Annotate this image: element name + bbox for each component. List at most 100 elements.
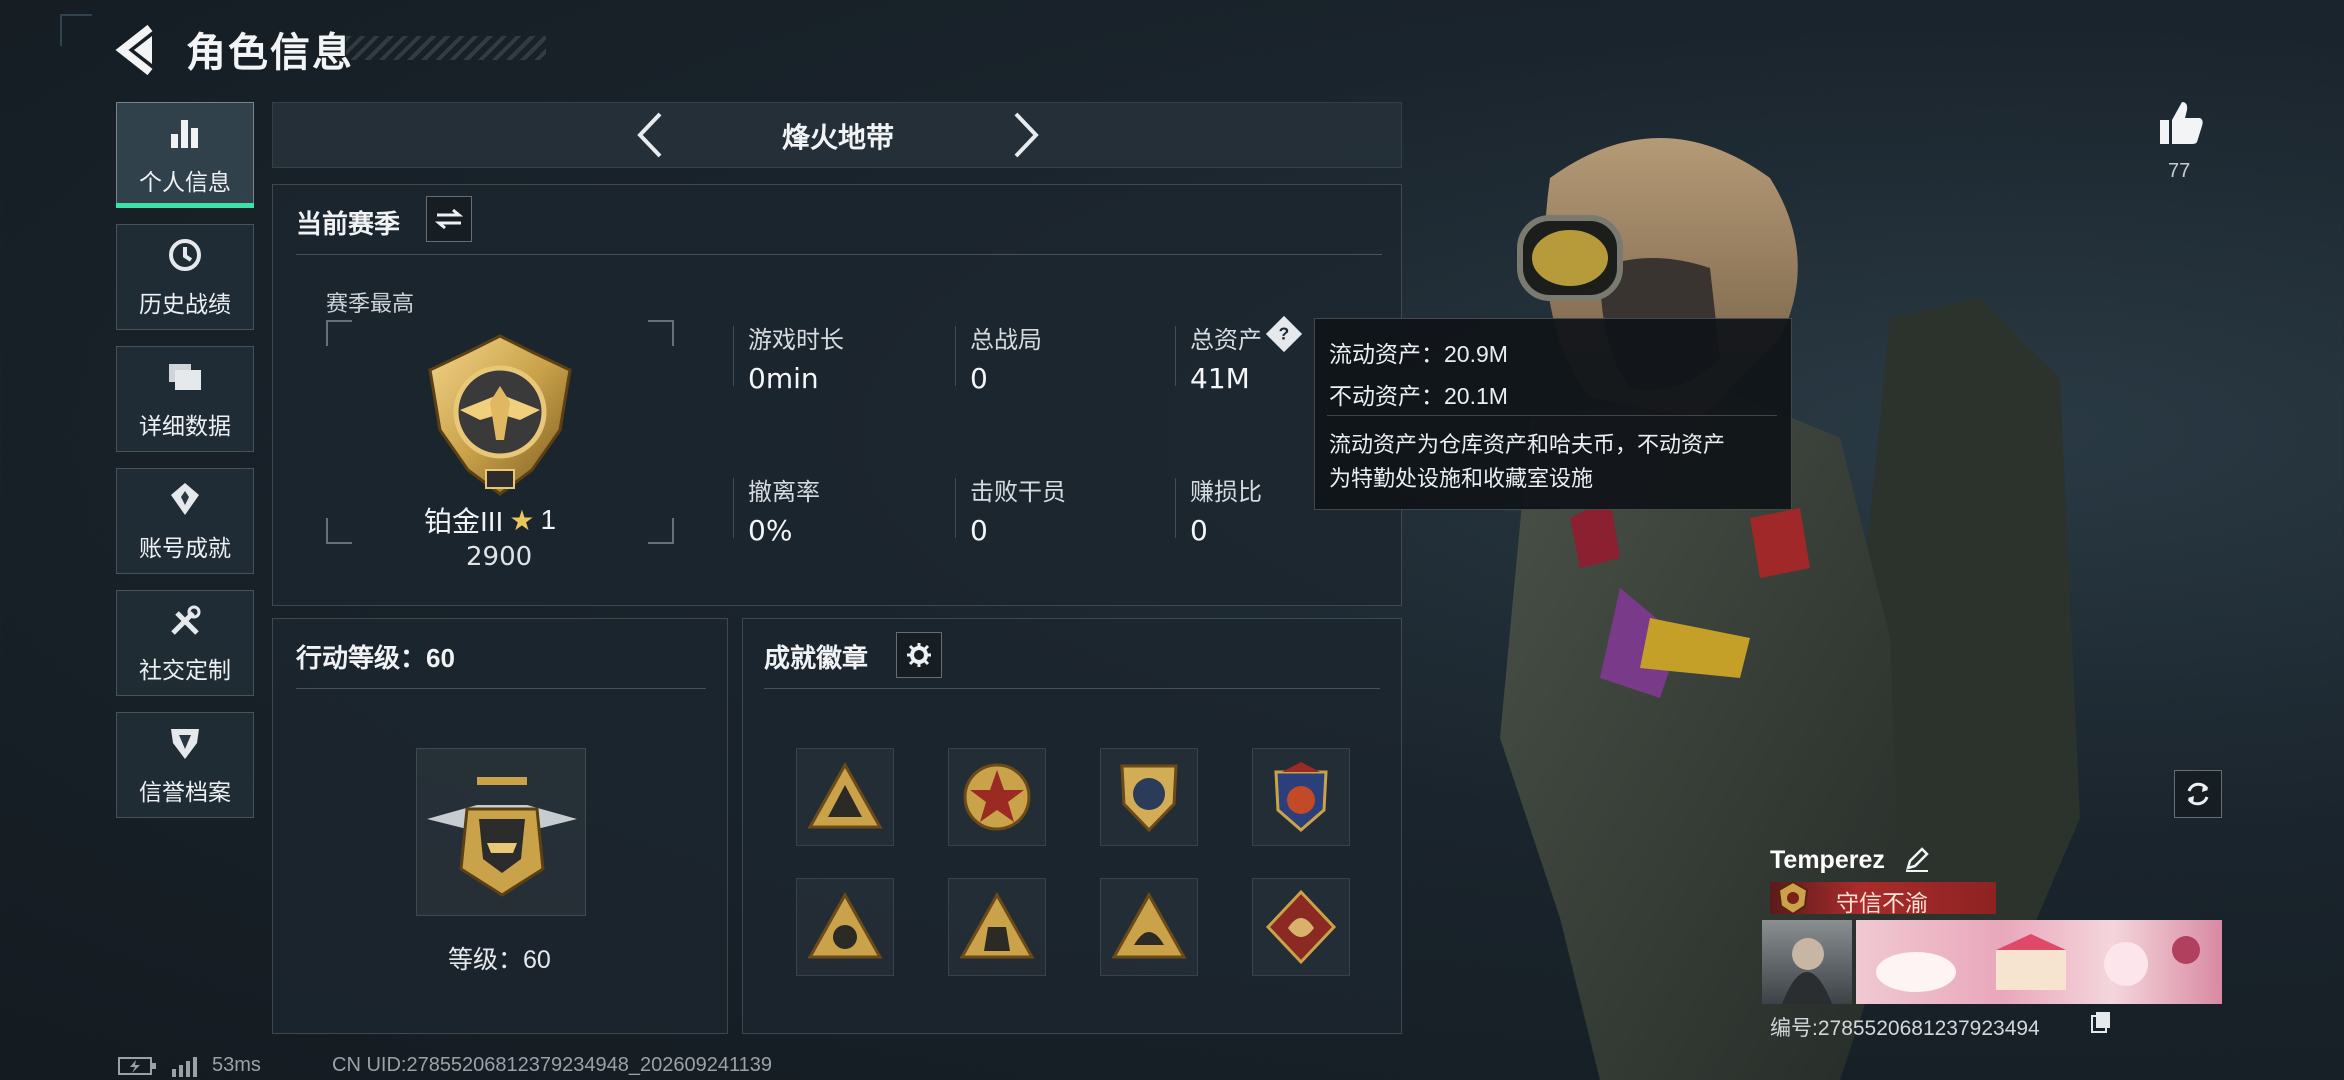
tooltip-fixed-assets: 不动资产：20.1M xyxy=(1329,383,1508,409)
stat-label-extract-rate: 撤离率 xyxy=(748,479,820,506)
achievement-badge-6[interactable] xyxy=(948,878,1046,976)
copy-id-button[interactable] xyxy=(2090,1010,2112,1034)
page-title: 角色信息 xyxy=(186,31,354,75)
namecard-image xyxy=(1876,934,2200,992)
sidebar-item-label: 详细数据 xyxy=(139,413,231,439)
rank-stars: 1 xyxy=(540,504,557,535)
status-bar: 53ms xyxy=(118,1054,261,1077)
stat-label-total-assets: 总资产 xyxy=(1190,327,1262,354)
achievement-badge-5[interactable] xyxy=(796,878,894,976)
action-level-emblem-icon xyxy=(416,748,586,916)
achievement-badge-4[interactable] xyxy=(1252,748,1350,846)
chevron-right-icon xyxy=(1014,112,1039,158)
stat-value-profit-ratio: 0 xyxy=(1190,514,1208,547)
divider xyxy=(733,478,734,538)
frame-corner xyxy=(648,518,674,544)
back-arrow-icon xyxy=(115,24,153,76)
player-avatar[interactable] xyxy=(1762,920,1852,1004)
tools-icon xyxy=(165,601,205,641)
copy-icon xyxy=(2091,1012,2110,1033)
achievement-badge-1[interactable] xyxy=(796,748,894,846)
divider xyxy=(1175,326,1176,386)
sidebar-item-label: 历史战绩 xyxy=(139,291,231,317)
player-namecard-banner[interactable] xyxy=(1856,920,2222,1004)
triangle-badge-icon xyxy=(807,891,883,959)
divider xyxy=(955,478,956,538)
title-emblem-icon xyxy=(1776,880,1810,916)
triangle-badge-icon xyxy=(1111,891,1187,959)
sidebar-item-label: 社交定制 xyxy=(139,657,231,683)
achievements-title: 成就徽章 xyxy=(764,643,869,673)
thumbs-up-icon xyxy=(2160,102,2203,144)
stat-value-extract-rate: 0% xyxy=(748,514,793,547)
rank-emblem-icon xyxy=(420,330,580,500)
rotate-model-button[interactable] xyxy=(2174,770,2222,818)
corner-decoration xyxy=(60,14,92,46)
title-decoration xyxy=(346,36,546,60)
divider xyxy=(1327,415,1777,416)
season-switch-button[interactable] xyxy=(426,196,472,242)
tooltip-description-line1: 流动资产为仓库资产和哈夫币，不动资产 xyxy=(1329,432,1726,457)
mode-next-button[interactable] xyxy=(1006,108,1046,162)
tooltip-liquid-assets: 流动资产：20.9M xyxy=(1329,341,1508,367)
stat-label-kills: 击败干员 xyxy=(970,479,1066,506)
achievement-icon xyxy=(165,479,205,519)
triangle-badge-icon xyxy=(807,761,883,829)
stat-value-playtime: 0min xyxy=(748,362,819,395)
achievement-badge-7[interactable] xyxy=(1100,878,1198,976)
frame-corner xyxy=(326,518,352,544)
action-level-text: 等级：60 xyxy=(448,946,551,974)
history-clock-icon xyxy=(165,235,205,275)
achievement-badge-2[interactable] xyxy=(948,748,1046,846)
player-title: 守信不渝 xyxy=(1836,890,1928,916)
rank-name: 铂金III xyxy=(424,506,504,537)
stat-value-total-matches: 0 xyxy=(970,362,988,395)
action-level-title: 行动等级：60 xyxy=(296,643,455,673)
help-icon: ? xyxy=(1278,323,1290,344)
chevron-left-icon xyxy=(637,112,662,158)
uid-line: CN UID:27855206812379234948_202609241139 xyxy=(332,1054,773,1076)
credit-shield-icon xyxy=(165,723,205,763)
star-shield-badge-icon xyxy=(963,763,1031,831)
mode-prev-button[interactable] xyxy=(630,108,670,162)
edit-name-button[interactable] xyxy=(1904,846,1930,872)
divider xyxy=(296,688,706,689)
season-title: 当前赛季 xyxy=(296,209,401,239)
achievement-badge-8[interactable] xyxy=(1252,878,1350,976)
battery-icon xyxy=(118,1056,156,1075)
sidebar-item-personal-info[interactable]: 个人信息 xyxy=(116,102,254,208)
divider xyxy=(296,254,1382,255)
frame-corner xyxy=(326,320,352,346)
sidebar-item-label: 信誉档案 xyxy=(139,779,231,805)
crest-badge-icon xyxy=(1274,762,1328,832)
badge-settings-button[interactable] xyxy=(896,632,942,678)
achievement-badge-3[interactable] xyxy=(1100,748,1198,846)
sidebar-item-history[interactable]: 历史战绩 xyxy=(116,224,254,330)
bar-chart-icon xyxy=(165,113,205,153)
folder-icon xyxy=(165,357,205,397)
divider xyxy=(1175,478,1176,538)
dragon-badge-icon xyxy=(1265,889,1337,965)
sidebar-item-label: 账号成就 xyxy=(139,535,231,561)
divider xyxy=(764,688,1380,689)
sidebar-item-social[interactable]: 社交定制 xyxy=(116,590,254,696)
like-button[interactable] xyxy=(2156,98,2206,148)
rank-points: 2900 xyxy=(466,542,533,572)
stat-label-profit-ratio: 赚损比 xyxy=(1190,479,1262,506)
ping-value: 53ms xyxy=(212,1054,261,1076)
sidebar-item-credit[interactable]: 信誉档案 xyxy=(116,712,254,818)
sidebar-item-label: 个人信息 xyxy=(139,169,231,195)
stat-value-total-assets: 41M xyxy=(1190,362,1250,395)
like-count: 77 xyxy=(2168,160,2191,182)
season-best-label: 赛季最高 xyxy=(326,291,415,316)
sidebar-item-achievements[interactable]: 账号成就 xyxy=(116,468,254,574)
refresh-icon xyxy=(2187,782,2209,806)
player-id: 编号:2785520681237923494 xyxy=(1770,1017,2040,1040)
player-name: Temperez xyxy=(1770,846,1885,874)
rank-name-row: 铂金III ★ 1 xyxy=(424,500,596,540)
sidebar-item-detailed-data[interactable]: 详细数据 xyxy=(116,346,254,452)
mode-title: 烽火地带 xyxy=(781,122,894,153)
back-button[interactable] xyxy=(112,22,164,78)
stat-value-kills: 0 xyxy=(970,514,988,547)
star-icon: ★ xyxy=(509,504,535,536)
